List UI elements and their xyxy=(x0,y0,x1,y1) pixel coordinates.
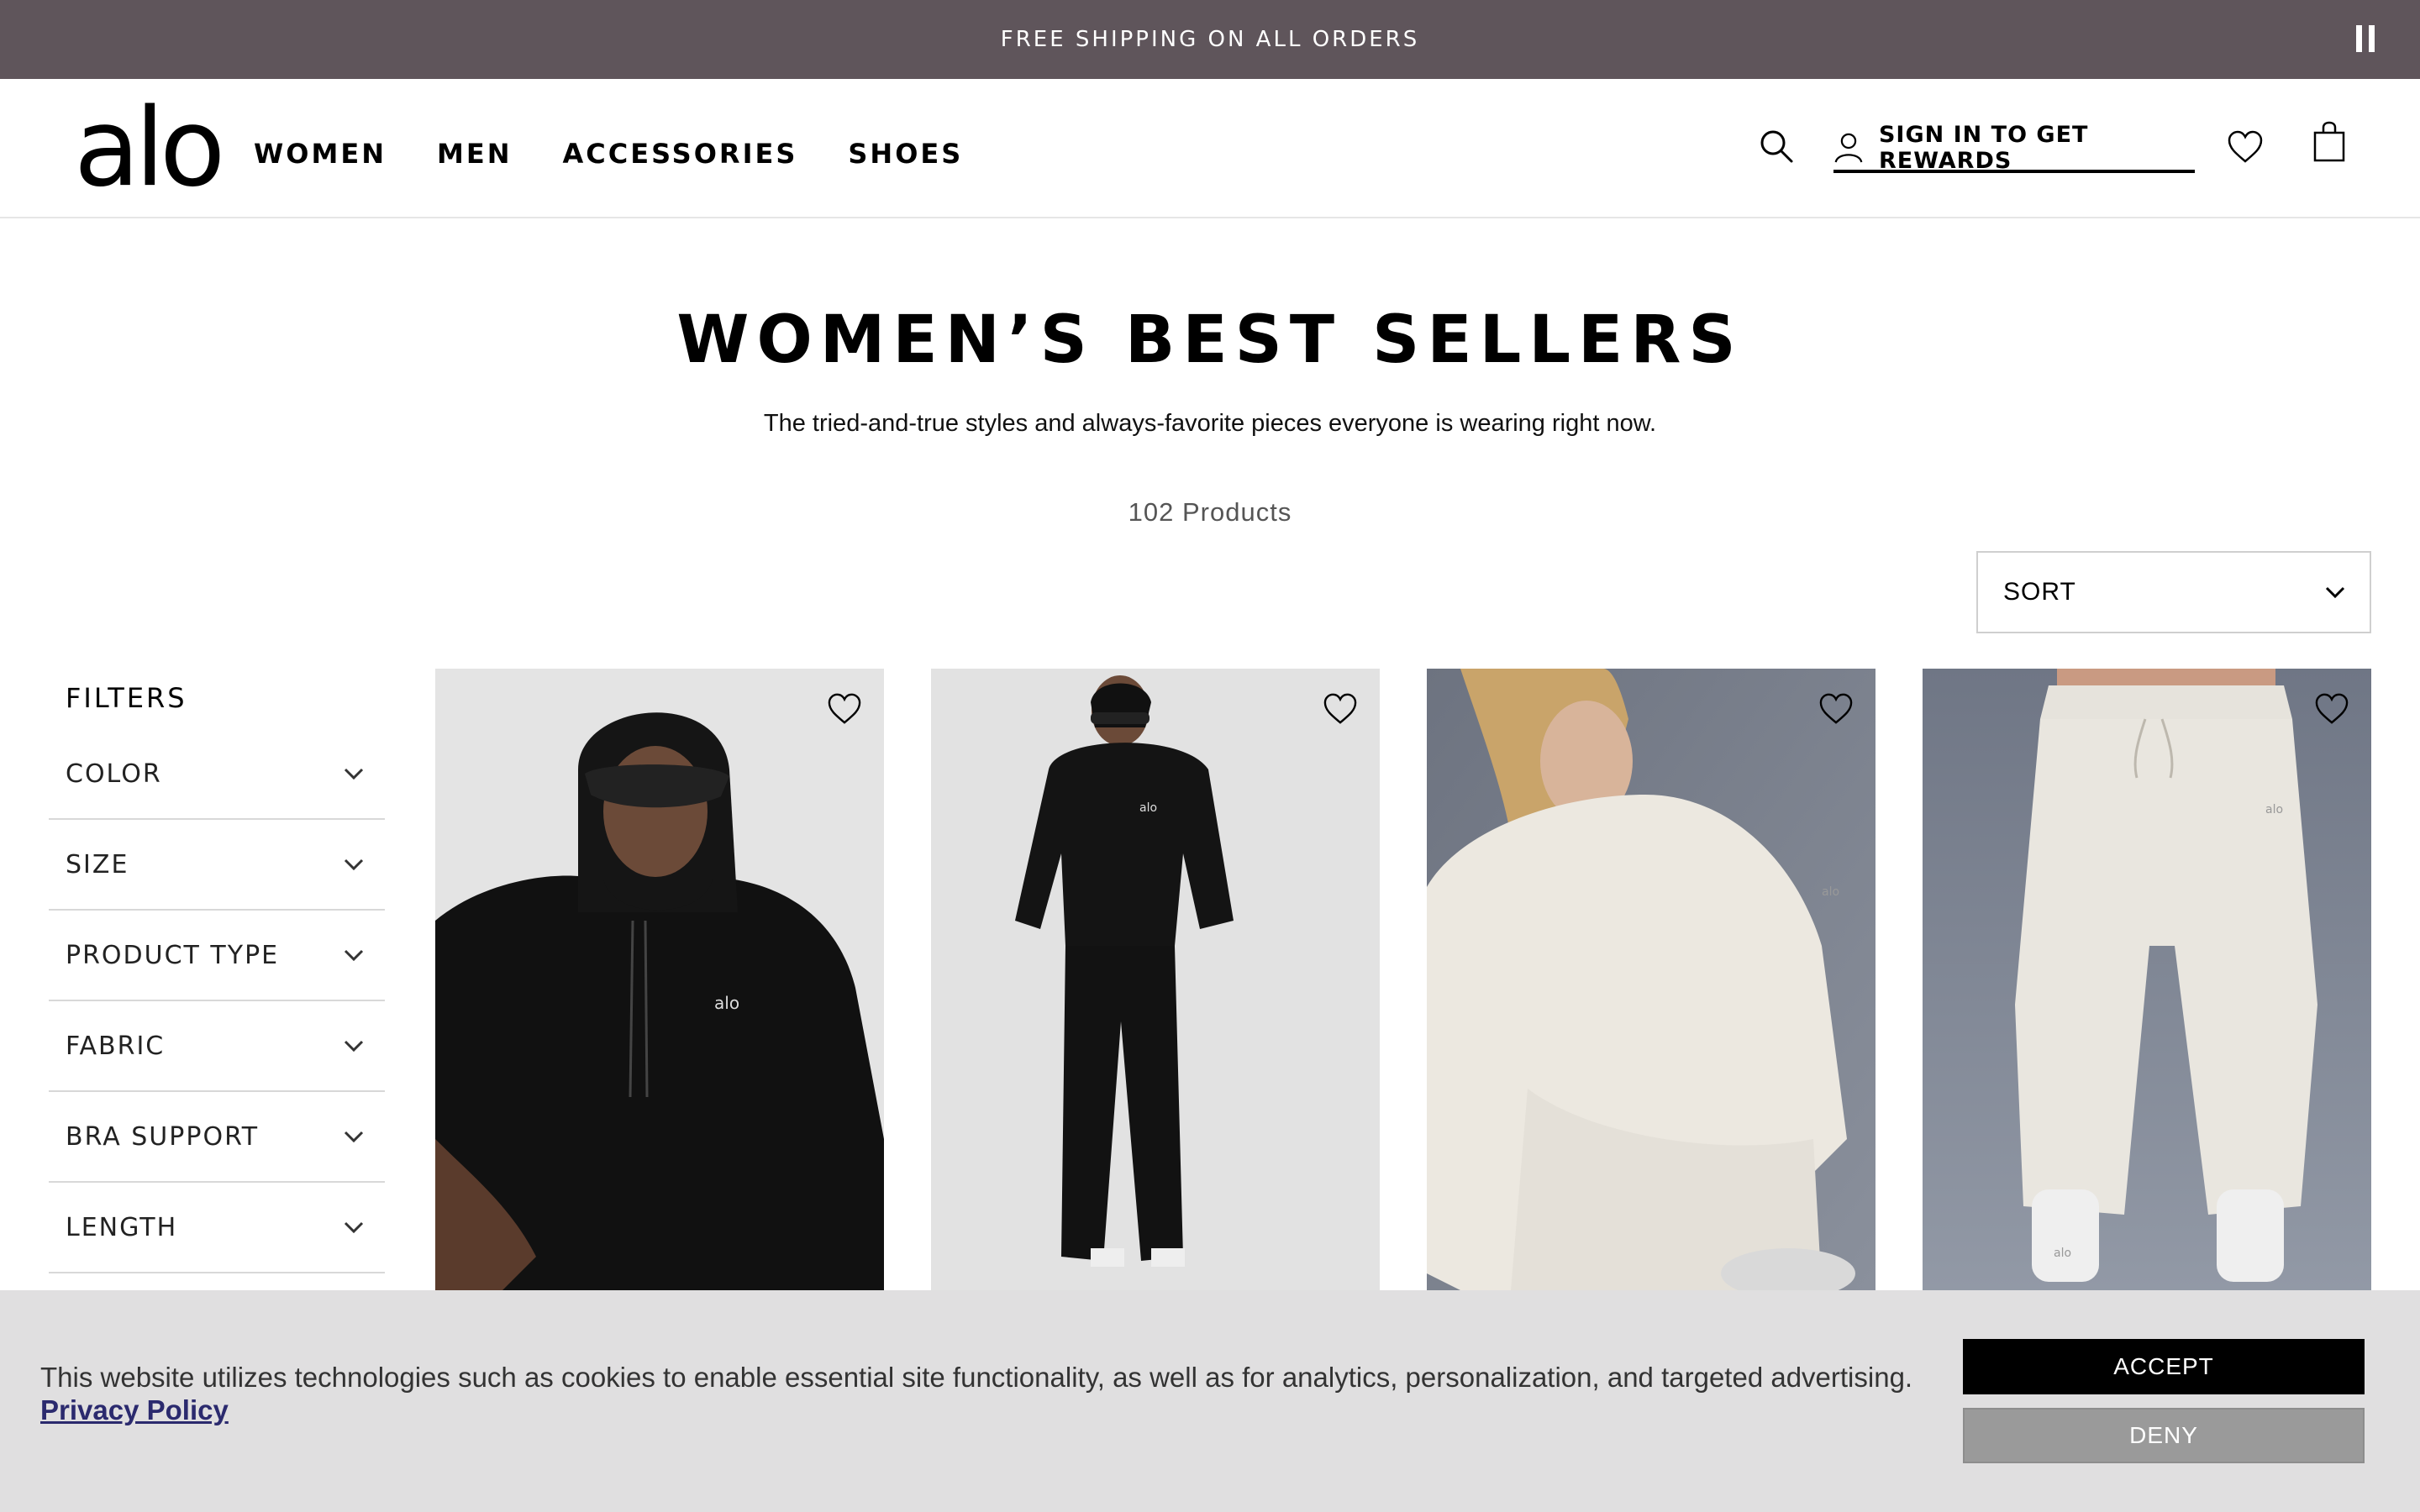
svg-text:alo: alo xyxy=(2054,1247,2071,1260)
filter-list: COLOR SIZE PRODUCT TYPE FABRIC BRA SUPPO… xyxy=(49,729,385,1273)
nav-men[interactable]: MEN xyxy=(437,138,512,170)
chevron-down-icon xyxy=(344,768,364,780)
svg-text:alo: alo xyxy=(1139,801,1157,815)
deny-button[interactable]: DENY xyxy=(1963,1408,2365,1463)
chevron-down-icon xyxy=(2325,586,2345,599)
nav-shoes[interactable]: SHOES xyxy=(848,138,963,170)
chevron-down-icon xyxy=(344,1221,364,1234)
filter-fabric[interactable]: FABRIC xyxy=(49,1001,385,1092)
sort-label: SORT xyxy=(2003,578,2076,606)
cookie-text: This website utilizes technologies such … xyxy=(40,1362,1913,1393)
product-card[interactable]: alo alo xyxy=(1923,669,2371,1290)
site-header: alo WOMEN MEN ACCESSORIES SHOES SIGN IN … xyxy=(0,79,2420,218)
product-grid: alo alo alo alo alo xyxy=(435,669,2371,1290)
main-nav: WOMEN MEN ACCESSORIES SHOES xyxy=(254,138,963,170)
nav-women[interactable]: WOMEN xyxy=(254,138,387,170)
product-card[interactable]: alo xyxy=(435,669,884,1290)
svg-text:alo: alo xyxy=(714,993,739,1013)
filter-label: COLOR xyxy=(66,759,162,789)
heart-icon[interactable] xyxy=(1818,692,1854,726)
filter-color[interactable]: COLOR xyxy=(49,729,385,820)
product-count: 102 Products xyxy=(1128,497,1292,527)
filter-size[interactable]: SIZE xyxy=(49,820,385,911)
filters-heading: FILTERS xyxy=(66,682,187,714)
sign-in-rewards-link[interactable]: SIGN IN TO GET REWARDS xyxy=(1833,122,2195,174)
product-image: alo xyxy=(435,669,884,1290)
bag-icon[interactable] xyxy=(2312,121,2346,163)
heart-icon[interactable] xyxy=(1323,692,1358,726)
product-image: alo xyxy=(931,669,1380,1290)
search-icon[interactable] xyxy=(1758,128,1795,165)
page-title: WOMEN’S BEST SELLERS xyxy=(676,302,1744,378)
wishlist-heart-icon[interactable] xyxy=(2227,129,2264,165)
rewards-label: SIGN IN TO GET REWARDS xyxy=(1878,122,2089,174)
heart-icon[interactable] xyxy=(2314,692,2349,726)
sort-dropdown[interactable]: SORT xyxy=(1976,551,2371,633)
filter-bra-support[interactable]: BRA SUPPORT xyxy=(49,1092,385,1183)
chevron-down-icon xyxy=(344,949,364,962)
heart-icon[interactable] xyxy=(827,692,862,726)
user-icon xyxy=(1834,133,1863,163)
nav-accessories[interactable]: ACCESSORIES xyxy=(562,138,797,170)
promo-text: FREE SHIPPING ON ALL ORDERS xyxy=(1000,27,1420,52)
filter-label: LENGTH xyxy=(66,1212,178,1242)
filter-label: PRODUCT TYPE xyxy=(66,940,280,970)
filter-product-type[interactable]: PRODUCT TYPE xyxy=(49,911,385,1001)
product-card[interactable]: alo xyxy=(1427,669,1876,1290)
pause-icon[interactable] xyxy=(2351,25,2380,54)
chevron-down-icon xyxy=(344,1040,364,1053)
filter-label: FABRIC xyxy=(66,1031,166,1061)
filter-label: BRA SUPPORT xyxy=(66,1121,260,1152)
chevron-down-icon xyxy=(344,1131,364,1143)
product-image: alo xyxy=(1427,669,1876,1290)
chevron-down-icon xyxy=(344,858,364,871)
svg-text:alo: alo xyxy=(2265,803,2283,816)
product-card[interactable]: alo xyxy=(931,669,1380,1290)
page-subtitle: The tried-and-true styles and always-fav… xyxy=(763,410,1657,437)
product-image: alo alo xyxy=(1923,669,2371,1290)
alo-logo[interactable]: alo xyxy=(74,95,225,202)
cookie-banner: This website utilizes technologies such … xyxy=(0,1290,2420,1512)
accept-button[interactable]: ACCEPT xyxy=(1963,1339,2365,1394)
filter-length[interactable]: LENGTH xyxy=(49,1183,385,1273)
promo-bar: FREE SHIPPING ON ALL ORDERS xyxy=(0,0,2420,79)
privacy-policy-link[interactable]: Privacy Policy xyxy=(40,1394,229,1426)
filter-label: SIZE xyxy=(66,849,129,879)
svg-text:alo: alo xyxy=(1822,885,1839,899)
